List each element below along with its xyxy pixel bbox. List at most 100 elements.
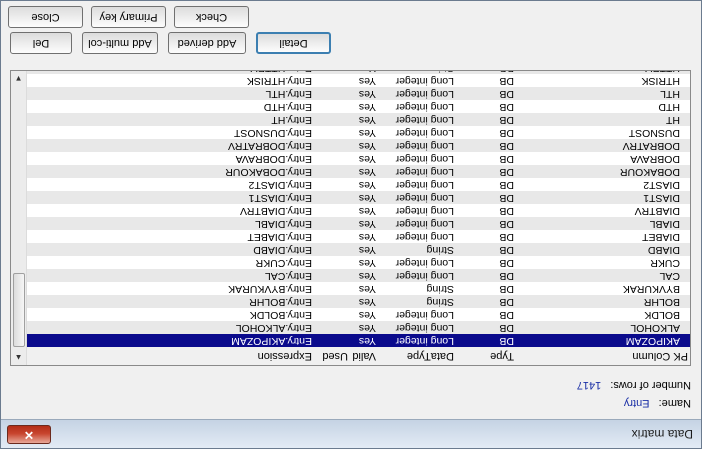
- cell-valid: Yes: [358, 231, 376, 243]
- cell-type: DB: [499, 244, 514, 256]
- cell-type: DB: [454, 71, 514, 74]
- table-row[interactable]: DIABL DB Long integer Yes Entry.DIABL: [25, 217, 690, 230]
- header-column[interactable]: PK Column: [518, 349, 688, 362]
- cell-used: [312, 256, 348, 269]
- table-row[interactable]: BOLHR DB String Yes Entry.BOLHR: [25, 295, 690, 308]
- cell-datatype: String: [372, 71, 454, 74]
- table-row[interactable]: BOLDK DB Long integer Yes Entry.BOLDK: [25, 308, 690, 321]
- cell-expression: Entry.HTRISK: [246, 75, 312, 87]
- column-grid[interactable]: PK Column Type DataType Valid Used Expre…: [10, 70, 691, 366]
- cell-datatype: Long integer: [395, 231, 454, 243]
- cell-type: DB: [499, 270, 514, 282]
- cell-datatype: Long integer: [395, 257, 454, 269]
- table-row[interactable]: DIABET DB Long integer Yes Entry.DIABET: [25, 230, 690, 243]
- scroll-thumb[interactable]: [13, 273, 25, 347]
- cell-used: [312, 178, 348, 191]
- cell-expression: Entry.DIAST2: [248, 179, 312, 191]
- title-bar[interactable]: Data matrix ✕: [1, 419, 701, 448]
- cell-used: [312, 74, 348, 87]
- table-row[interactable]: HTD DB Long integer Yes Entry.HTD: [25, 100, 690, 113]
- cell-used: [312, 100, 348, 113]
- table-row[interactable]: DIAST1 DB Long integer Yes Entry.DIAST1: [25, 191, 690, 204]
- cell-expression: Entry.DIAST1: [248, 192, 312, 204]
- cell-name: HTRISK: [641, 75, 680, 87]
- name-info: Name: Entry: [577, 394, 691, 412]
- header-datatype[interactable]: DataType: [372, 349, 454, 362]
- cell-expression: Entry.CUKR: [255, 257, 312, 269]
- cell-type: DB: [499, 257, 514, 269]
- table-row[interactable]: DUSNOST DB Long integer Yes Entry.DUSNOST: [25, 126, 690, 139]
- cell-expression: Entry.DOBRATRV: [227, 140, 312, 152]
- cell-datatype: String: [426, 296, 454, 308]
- cell-name: DIABL: [649, 218, 680, 230]
- table-row[interactable]: DOBAKOUR DB Long integer Yes Entry.DOBAKOUR: [25, 165, 690, 178]
- table-row[interactable]: HTL DB Long integer Yes Entry.HTL: [25, 87, 690, 100]
- cell-name: DOBRAVA: [630, 153, 680, 165]
- cell-datatype: Long integer: [395, 127, 454, 139]
- table-row[interactable]: HTTRVDBStringYes Entry.HTTRV: [25, 71, 690, 74]
- cell-valid: Yes: [358, 322, 376, 334]
- table-row[interactable]: CUKR DB Long integer Yes Entry.CUKR: [25, 256, 690, 269]
- cell-name: HTTRV: [510, 71, 680, 74]
- cell-type: DB: [499, 88, 514, 100]
- cell-datatype: Long integer: [395, 101, 454, 113]
- scroll-down-icon[interactable]: ▼: [11, 71, 26, 86]
- del-button[interactable]: Del: [10, 32, 72, 54]
- rows-info: Number of rows: 1417: [577, 376, 691, 394]
- cell-name: DIAST2: [643, 179, 680, 191]
- header-valid[interactable]: Valid: [348, 349, 376, 362]
- cell-expression: Entry.DIABD: [253, 244, 312, 256]
- cell-type: DB: [499, 75, 514, 87]
- cell-datatype: Long integer: [395, 192, 454, 204]
- cell-name: HTD: [658, 101, 680, 113]
- table-row[interactable]: DIABTRV DB Long integer Yes Entry.DIABTRV: [25, 204, 690, 217]
- close-button[interactable]: Close: [8, 6, 83, 28]
- table-row[interactable]: AKIPOZAM DB Long integer Yes Entry.AKIPOZAM: [25, 334, 690, 347]
- cell-name: CUKR: [650, 257, 680, 269]
- table-row[interactable]: HT DB Long integer Yes Entry.HT: [25, 113, 690, 126]
- scroll-up-icon[interactable]: ▲: [11, 350, 26, 365]
- add-multi-col-button[interactable]: Add multi-col: [82, 32, 158, 54]
- name-label: Name:: [658, 397, 691, 409]
- cell-used: [312, 191, 348, 204]
- table-row[interactable]: HTRISK DB Long integer Yes Entry.HTRISK: [25, 74, 690, 87]
- cell-datatype: Long integer: [395, 335, 454, 347]
- cell-expression: Entry.DIABL: [255, 218, 312, 230]
- vertical-scrollbar[interactable]: ▲ ▼: [11, 71, 27, 365]
- cell-name: DIABET: [642, 231, 680, 243]
- table-row[interactable]: DIAST2 DB Long integer Yes Entry.DIAST2: [25, 178, 690, 191]
- table-row[interactable]: DOBRAVA DB Long integer Yes Entry.DOBRAVA: [25, 152, 690, 165]
- primary-key-button[interactable]: Primary key: [91, 6, 166, 28]
- cell-valid: Yes: [358, 140, 376, 152]
- cell-type: DB: [499, 179, 514, 191]
- cell-type: DB: [499, 309, 514, 321]
- table-row[interactable]: ALKOHOL DB Long integer Yes Entry.ALKOHOL: [25, 321, 690, 334]
- cell-type: DB: [499, 335, 514, 347]
- cell-expression: Entry.DOBAKOUR: [225, 166, 312, 178]
- cell-expression: Entry.BYVKURAK: [228, 283, 312, 295]
- grid-header: PK Column Type DataType Valid Used Expre…: [25, 346, 690, 365]
- cell-name: BOLDK: [644, 309, 680, 321]
- table-row[interactable]: DOBRATRV DB Long integer Yes Entry.DOBRATRV: [25, 139, 690, 152]
- cell-expression: Entry.BOLDK: [249, 309, 312, 321]
- close-icon[interactable]: ✕: [7, 425, 51, 444]
- cell-datatype: Long integer: [395, 309, 454, 321]
- header-type[interactable]: Type: [454, 349, 514, 362]
- cell-used: [312, 152, 348, 165]
- table-row[interactable]: DIABD DB String Yes Entry.DIABD: [25, 243, 690, 256]
- header-used[interactable]: Used: [312, 349, 348, 362]
- cell-valid: Yes: [358, 244, 376, 256]
- cell-datatype: Long integer: [395, 153, 454, 165]
- cell-used: [312, 204, 348, 217]
- cell-name: DIABD: [647, 244, 680, 256]
- table-row[interactable]: BYVKURAK DB String Yes Entry.BYVKURAK: [25, 282, 690, 295]
- detail-button[interactable]: Detail: [256, 32, 331, 54]
- cell-type: DB: [499, 101, 514, 113]
- cell-valid: Yes: [358, 101, 376, 113]
- cell-datatype: Long integer: [395, 205, 454, 217]
- cell-used: [312, 165, 348, 178]
- check-button[interactable]: Check: [174, 6, 249, 28]
- add-derived-button[interactable]: Add derived: [168, 32, 246, 54]
- table-row[interactable]: CAL DB Long integer Yes Entry.CAL: [25, 269, 690, 282]
- header-expression[interactable]: Expression: [32, 349, 312, 362]
